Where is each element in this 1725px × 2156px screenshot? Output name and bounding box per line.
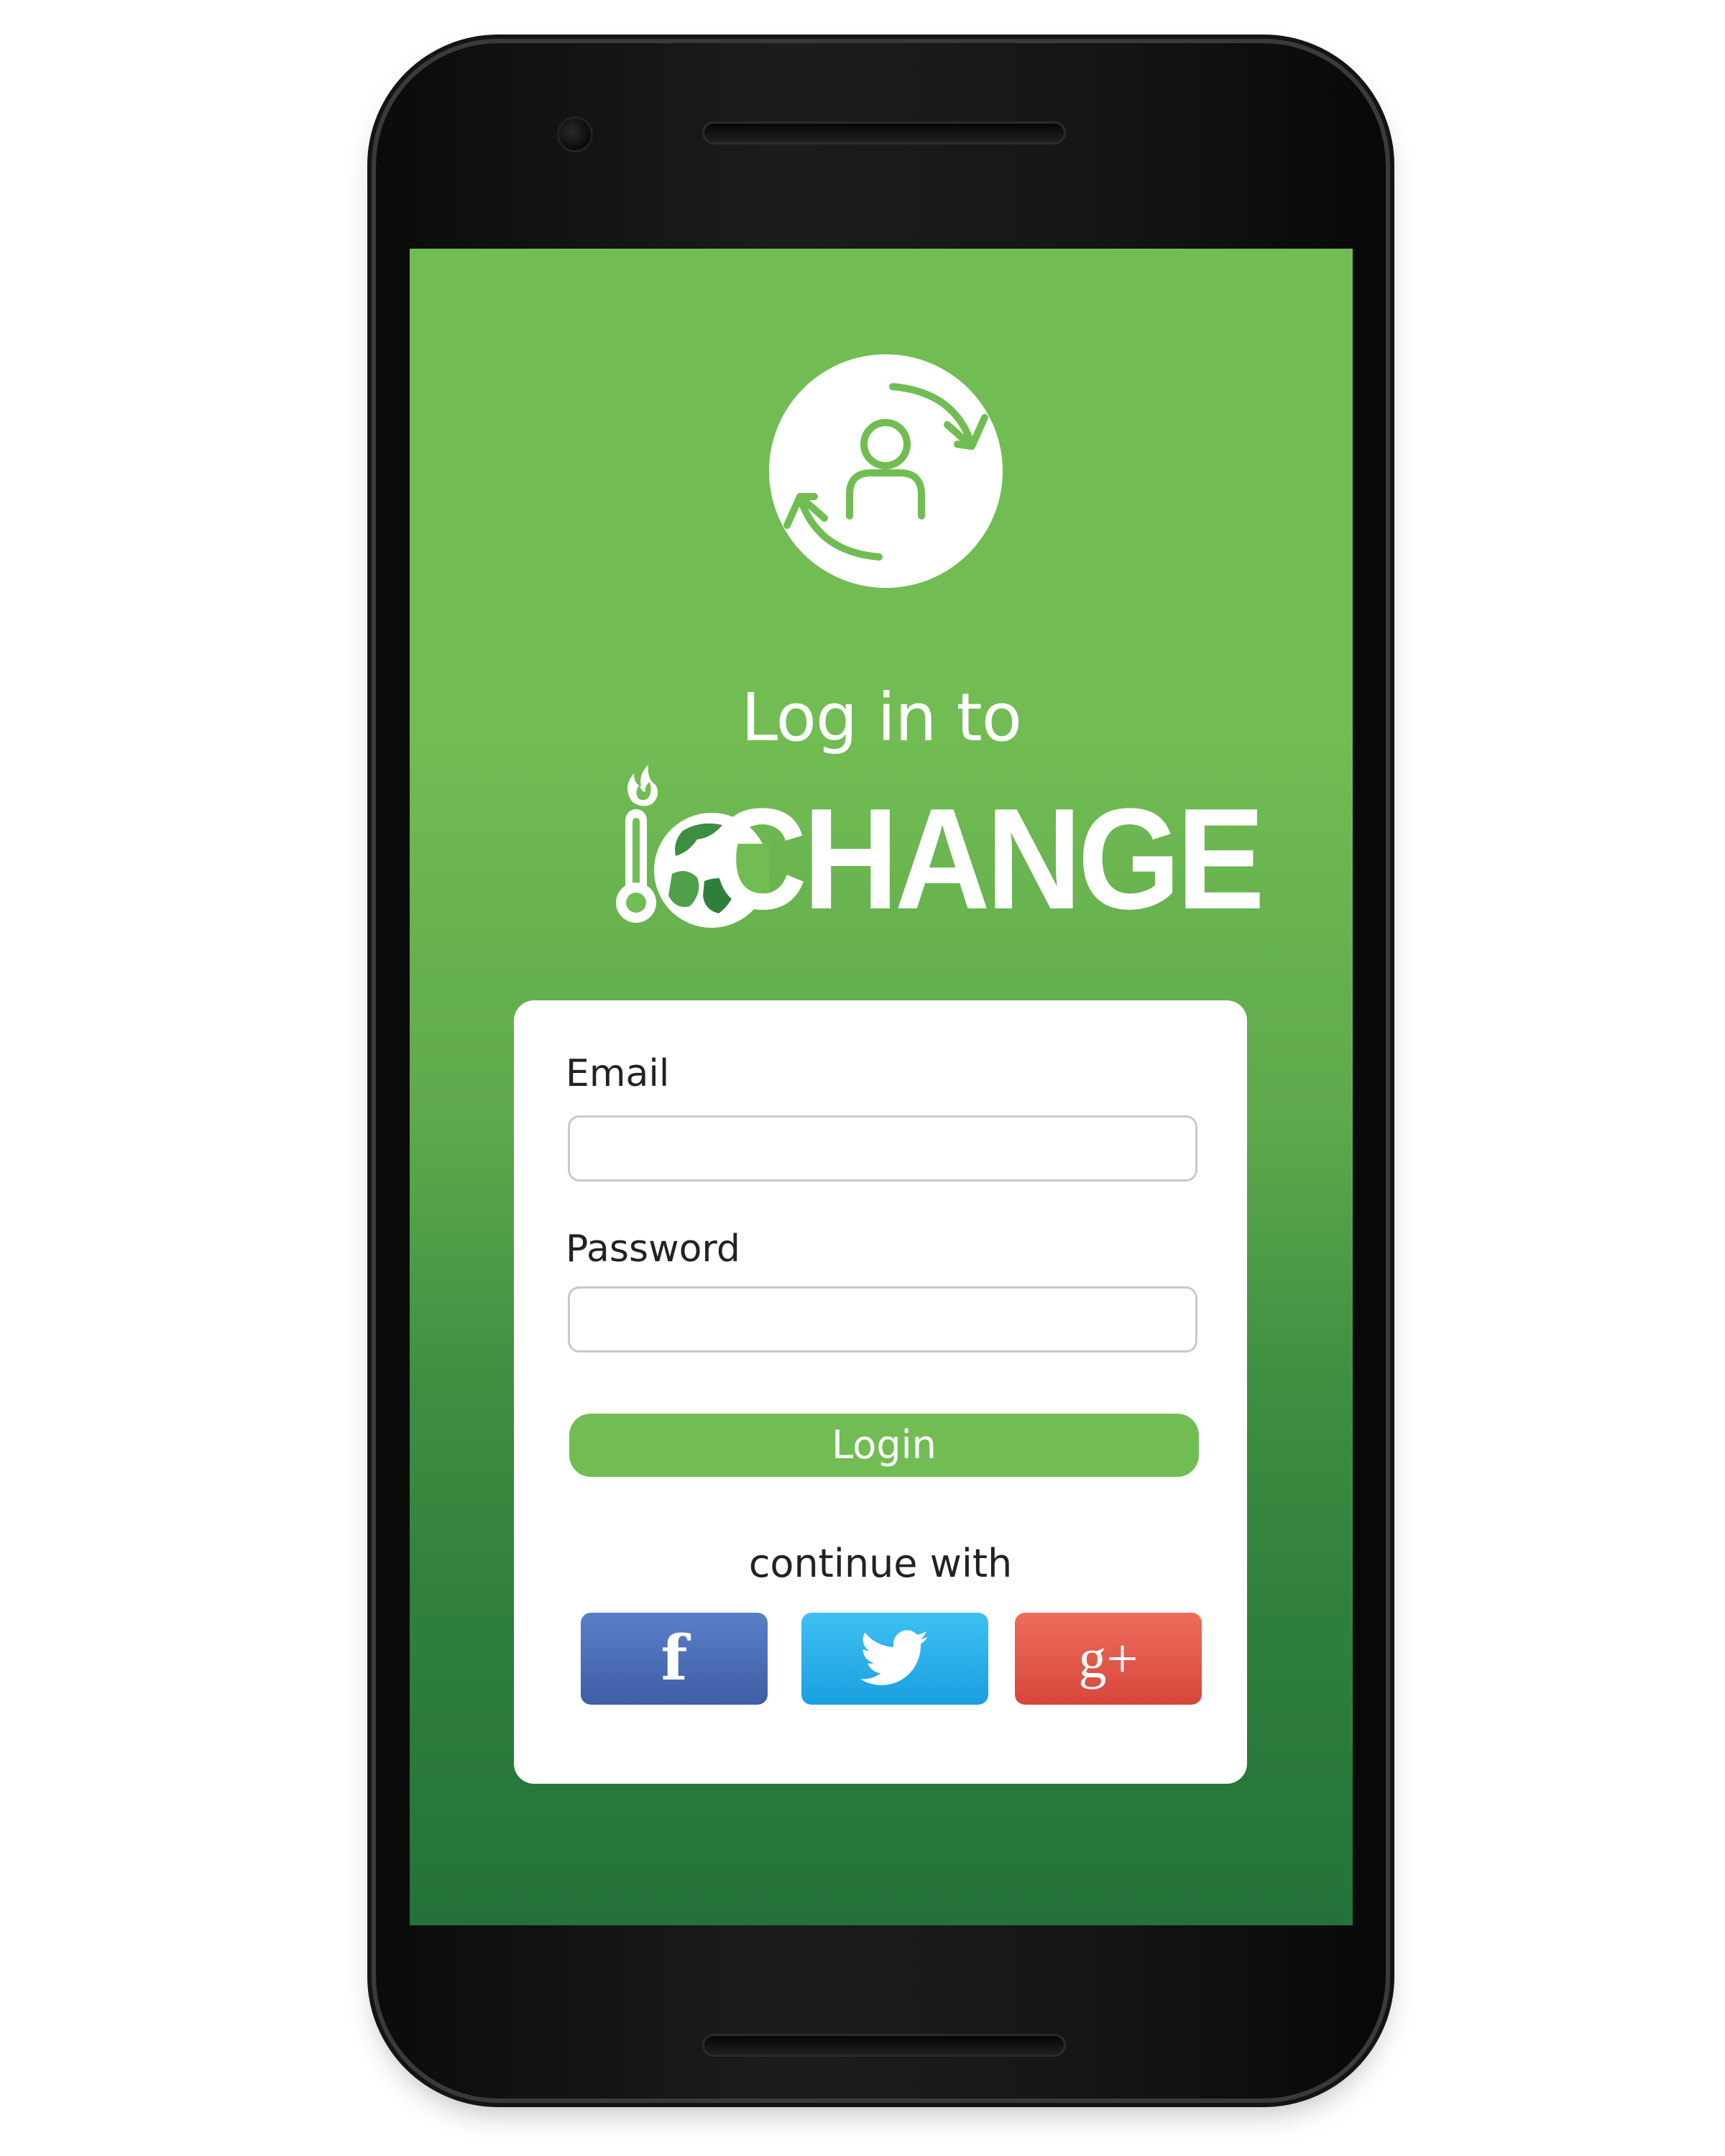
password-label: Password bbox=[566, 1227, 740, 1271]
password-field[interactable] bbox=[568, 1286, 1197, 1353]
front-camera bbox=[559, 119, 591, 150]
twitter-login-button[interactable] bbox=[801, 1613, 988, 1705]
email-label: Email bbox=[566, 1052, 670, 1095]
login-screen: Log in to CHANGE Email Password Login co… bbox=[410, 249, 1353, 1925]
login-card: Email Password Login continue with f g+ bbox=[514, 1000, 1247, 1784]
google-plus-login-button[interactable]: g+ bbox=[1015, 1613, 1202, 1705]
brand-name: CHANGE bbox=[712, 779, 1265, 939]
brand-logo: CHANGE bbox=[604, 759, 1265, 931]
login-heading: Log in to bbox=[740, 679, 1022, 756]
twitter-bird-icon bbox=[860, 1630, 929, 1685]
facebook-login-button[interactable]: f bbox=[581, 1613, 768, 1705]
user-sync-icon bbox=[769, 354, 1003, 588]
email-field[interactable] bbox=[568, 1115, 1197, 1181]
login-button[interactable]: Login bbox=[569, 1414, 1199, 1477]
bottom-speaker bbox=[704, 2036, 1064, 2055]
earpiece-speaker bbox=[704, 124, 1064, 142]
continue-with-label: continue with bbox=[748, 1541, 1013, 1586]
facebook-icon: f bbox=[661, 1622, 688, 1695]
google-plus-icon: g+ bbox=[1078, 1627, 1138, 1690]
